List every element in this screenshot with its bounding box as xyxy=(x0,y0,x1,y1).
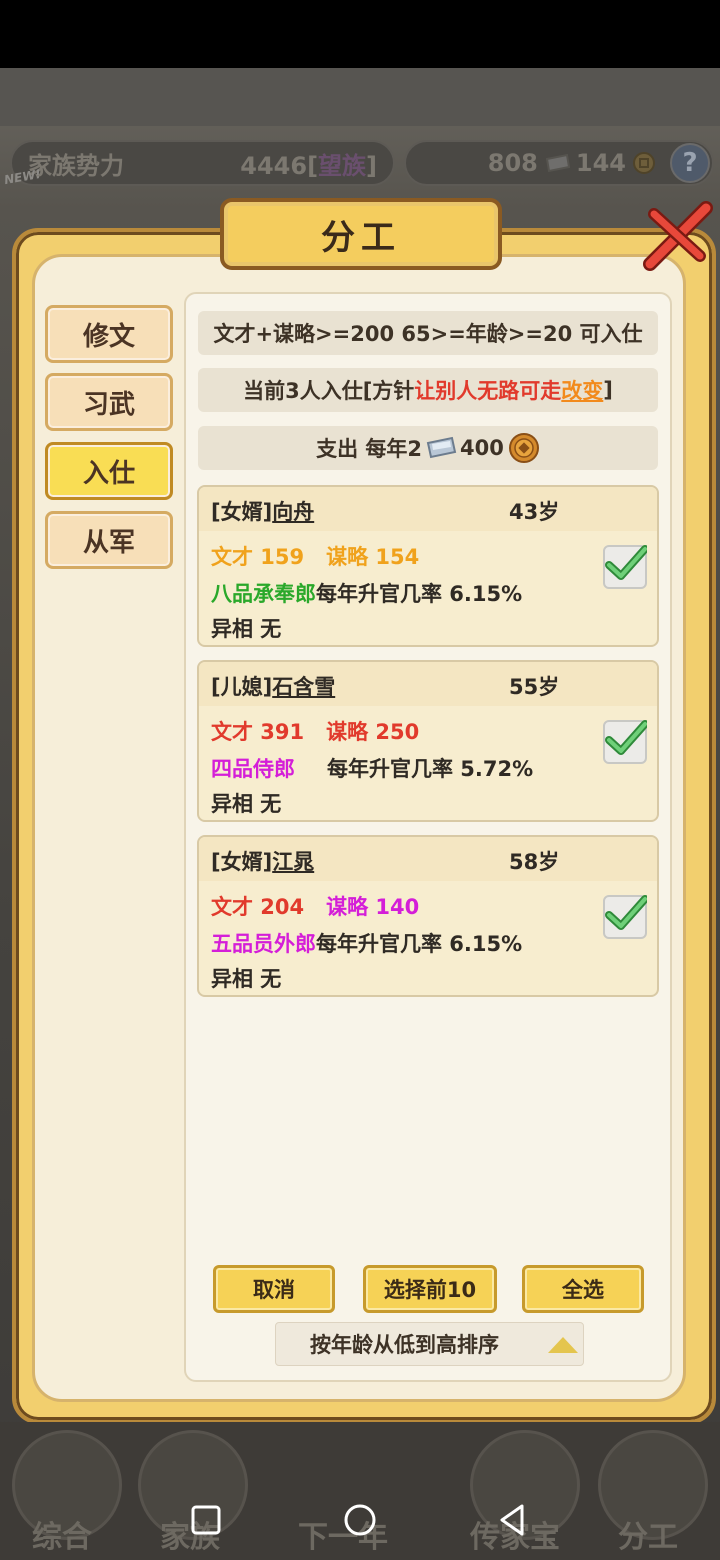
current-prefix: 当前3人入仕[方针 xyxy=(243,379,415,403)
expense-prefix: 支出 每年2 xyxy=(316,437,423,461)
family-power-value: 4446[望族] xyxy=(240,151,377,180)
dialog-title-plate: 分工 xyxy=(220,198,502,270)
nav-item-assign[interactable]: 分工 xyxy=(618,1512,678,1556)
sort-arrow-icon xyxy=(548,1337,578,1353)
person-age: 43岁 xyxy=(509,500,560,524)
tab-congjun[interactable]: 从军 xyxy=(45,511,173,569)
person-stats: 文才 204 谋略 140 xyxy=(211,895,420,919)
person-trait: 异相 无 xyxy=(211,617,282,641)
person-stats: 文才 159 谋略 154 xyxy=(211,545,420,569)
person-trait: 异相 无 xyxy=(211,792,282,816)
person-card[interactable]: [女婿]江晁 58岁 文才 204 谋略 140 五品员外郎每年升官几率 6.1… xyxy=(197,835,659,997)
select-top10-button[interactable]: 选择前10 xyxy=(363,1265,497,1313)
tab-rushi[interactable]: 入仕 xyxy=(45,442,173,500)
copper-coin-icon xyxy=(508,433,539,463)
back-icon[interactable] xyxy=(492,1500,532,1540)
silver-ingot-icon xyxy=(426,436,457,459)
tab-xiuwen[interactable]: 修文 xyxy=(45,305,173,363)
select-checkbox[interactable] xyxy=(603,895,647,939)
expense-row: 支出 每年2 400 xyxy=(198,426,658,470)
top-strip xyxy=(0,68,720,126)
silver-amount: 808 xyxy=(487,149,538,177)
cancel-button[interactable]: 取消 xyxy=(213,1265,335,1313)
person-name: [女婿]江晁 xyxy=(211,850,315,874)
silver-ingot-icon xyxy=(545,153,570,173)
person-trait: 异相 无 xyxy=(211,967,282,991)
person-rank-line: 八品承奉郎每年升官几率 6.15% xyxy=(211,582,523,606)
nav-item-general[interactable]: 综合 xyxy=(32,1512,92,1556)
recent-apps-icon[interactable] xyxy=(186,1500,226,1540)
select-checkbox[interactable] xyxy=(603,545,647,589)
dialog-title: 分工 xyxy=(321,217,401,258)
check-icon xyxy=(605,545,647,580)
person-name: [儿媳]石含雪 xyxy=(211,675,336,699)
person-age: 55岁 xyxy=(509,675,560,699)
copper-amount: 144 xyxy=(575,149,626,177)
person-card[interactable]: [儿媳]石含雪 55岁 文才 391 谋略 250 四品侍郎 每年升官几率 5.7… xyxy=(197,660,659,822)
person-rank-line: 四品侍郎 每年升官几率 5.72% xyxy=(211,757,534,781)
sort-dropdown[interactable]: 按年龄从低到高排序 xyxy=(275,1322,584,1366)
family-power-pill: 家族势力 4446[望族] xyxy=(10,140,395,186)
help-button[interactable]: ? xyxy=(670,143,710,183)
current-suffix: ] xyxy=(603,378,613,402)
family-power-label: 家族势力 xyxy=(28,151,124,180)
copper-coin-icon xyxy=(633,152,655,174)
current-status: 当前3人入仕[方针 让别人无路可走 改变 ] xyxy=(198,368,658,412)
current-policy: 让别人无路可走 xyxy=(414,379,562,403)
expense-amount: 400 xyxy=(460,436,504,460)
tab-xiwu[interactable]: 习武 xyxy=(45,373,173,431)
person-rank-line: 五品员外郎每年升官几率 6.15% xyxy=(211,932,523,956)
sort-label: 按年龄从低到高排序 xyxy=(310,1333,499,1357)
requirement-text: 文才+谋略>=200 65>=年龄>=20 可入仕 xyxy=(198,311,658,355)
person-name: [女婿]向舟 xyxy=(211,500,315,524)
check-icon xyxy=(605,720,647,755)
currency-pill: 808 144 xyxy=(404,140,714,186)
person-card[interactable]: [女婿]向舟 43岁 文才 159 谋略 154 八品承奉郎每年升官几率 6.1… xyxy=(197,485,659,647)
home-icon[interactable] xyxy=(340,1500,380,1540)
status-bar xyxy=(0,0,720,68)
check-icon xyxy=(605,895,647,930)
close-icon[interactable] xyxy=(640,196,718,274)
change-policy-link[interactable]: 改变 xyxy=(561,375,603,405)
person-stats: 文才 391 谋略 250 xyxy=(211,720,420,744)
select-checkbox[interactable] xyxy=(603,720,647,764)
select-all-button[interactable]: 全选 xyxy=(522,1265,644,1313)
person-age: 58岁 xyxy=(509,850,560,874)
